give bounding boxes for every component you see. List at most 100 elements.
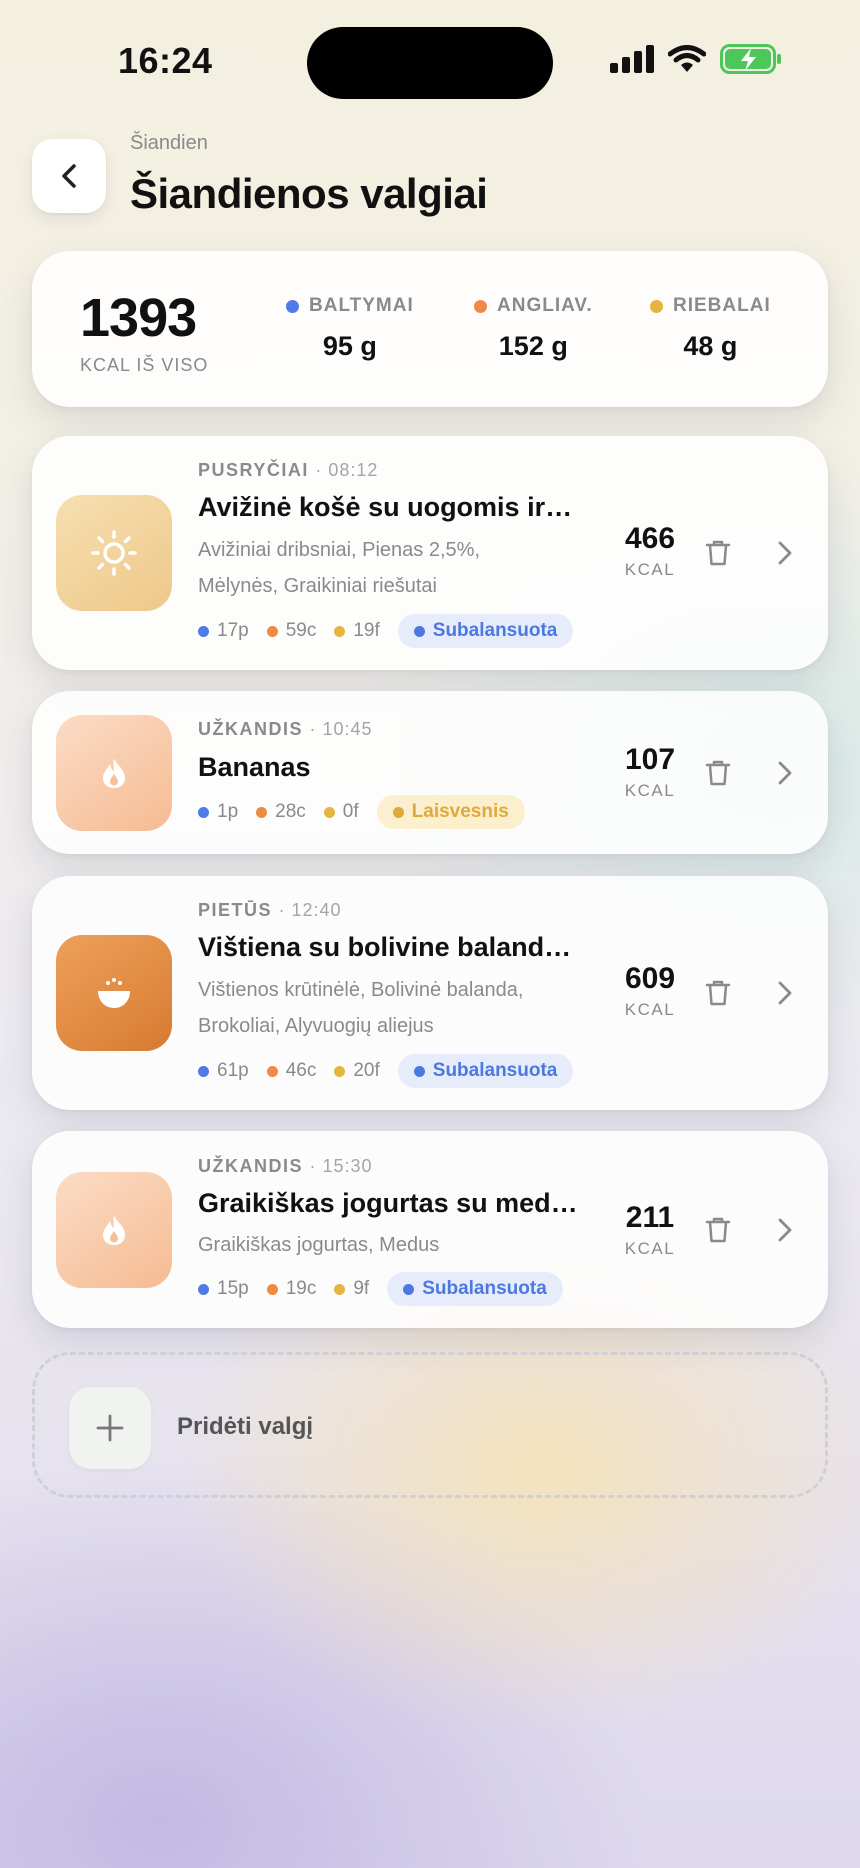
page-title: Šiandienos valgiai <box>130 170 488 217</box>
meal-kcal: 609 KCAL <box>600 962 700 1020</box>
protein-dot <box>198 1065 209 1077</box>
meal-type: UŽKANDIS <box>198 719 303 739</box>
carbs-dot <box>474 299 487 313</box>
status-badge: Subalansuota <box>397 614 574 648</box>
carbs-dot <box>266 1065 278 1077</box>
meal-fat: 0f <box>342 801 359 822</box>
flame-icon <box>103 758 125 788</box>
trash-icon <box>705 980 731 1006</box>
meal-kcal: 466 KCAL <box>600 522 700 580</box>
meal-ingredients: Graikiškas jogurtas, Medus <box>198 1234 440 1256</box>
meal-meta: UŽKANDIS · 15:30 <box>198 1156 373 1177</box>
badge-label: Subalansuota <box>422 1278 547 1299</box>
badge-dot <box>413 625 425 637</box>
wifi-icon <box>668 45 706 72</box>
meal-thumbnail <box>56 935 172 1051</box>
open-meal-button[interactable] <box>770 1212 800 1248</box>
meal-card-lunch[interactable]: PIETŪS · 12:40 Vištiena su bolivine bala… <box>32 876 828 1110</box>
meal-protein: 1p <box>217 801 239 822</box>
total-kcal-value: 1393 <box>80 288 197 348</box>
protein-dot <box>286 299 299 313</box>
meal-card-breakfast[interactable]: PUSRYČIAI · 08:12 Avižinė košė su uogomi… <box>32 436 828 670</box>
macro-label: BALTYMAI <box>309 295 414 316</box>
fat-dot <box>334 1065 346 1077</box>
delete-meal-button[interactable] <box>700 1212 736 1248</box>
add-meal-button[interactable]: Pridėti valgį <box>32 1352 828 1498</box>
meal-name: Graikiškas jogurtas su med… <box>198 1188 578 1218</box>
daily-summary-card: 1393 KCAL IŠ VISO BALTYMAI 95 g ANGLIAV.… <box>32 251 828 407</box>
meal-carbs: 28c <box>275 801 306 822</box>
meal-card-snack-1[interactable]: UŽKANDIS · 10:45 Bananas 1p 28c 0f Laisv… <box>32 691 828 854</box>
back-button[interactable] <box>32 139 106 213</box>
meal-type: PIETŪS <box>198 900 273 920</box>
bowl-icon <box>98 978 130 1008</box>
battery-charging-icon <box>720 44 781 74</box>
status-badge: Subalansuota <box>397 1054 574 1088</box>
badge-dot <box>413 1065 425 1077</box>
chevron-right-icon <box>778 1218 792 1242</box>
chevron-left-icon <box>62 164 76 188</box>
meal-carbs: 46c <box>285 1060 317 1081</box>
open-meal-button[interactable] <box>770 535 800 571</box>
carbs-dot <box>256 806 268 818</box>
badge-label: Laisvesnis <box>411 801 509 822</box>
plus-icon <box>96 1414 124 1442</box>
add-meal-plus[interactable] <box>69 1387 151 1469</box>
status-time: 16:24 <box>118 40 213 81</box>
meal-thumbnail <box>56 1172 172 1288</box>
delete-meal-button[interactable] <box>700 535 736 571</box>
chevron-right-icon <box>778 541 792 565</box>
meal-name: Bananas <box>198 752 311 782</box>
status-bar: 16:24 <box>0 0 860 120</box>
meal-meta: UŽKANDIS · 10:45 <box>198 719 373 740</box>
sun-icon <box>91 530 137 576</box>
meal-type: PUSRYČIAI <box>198 460 309 480</box>
meal-fat: 19f <box>353 620 380 641</box>
macro-fat: RIEBALAI 48 g <box>650 295 771 362</box>
badge-label: Subalansuota <box>432 620 558 641</box>
badge-label: Subalansuota <box>432 1060 558 1081</box>
meal-kcal-value: 211 <box>625 1201 675 1234</box>
meal-carbs: 19c <box>285 1278 317 1299</box>
meal-name: Avižinė košė su uogomis ir… <box>198 492 573 522</box>
meal-meta: PUSRYČIAI · 08:12 <box>198 460 378 481</box>
meal-macros: 17p 59c 19f Subalansuota <box>198 614 574 648</box>
trash-icon <box>705 540 731 566</box>
trash-icon <box>705 760 731 786</box>
protein-dot <box>198 1283 209 1295</box>
fat-dot <box>323 806 335 818</box>
carbs-dot <box>266 625 278 637</box>
delete-meal-button[interactable] <box>700 755 736 791</box>
total-kcal-label: KCAL IŠ VISO <box>80 355 209 375</box>
open-meal-button[interactable] <box>770 975 800 1011</box>
meal-card-snack-2[interactable]: UŽKANDIS · 15:30 Graikiškas jogurtas su … <box>32 1131 828 1328</box>
trash-icon <box>705 1217 731 1243</box>
meal-kcal-label: KCAL <box>624 781 676 800</box>
delete-meal-button[interactable] <box>700 975 736 1011</box>
macro-label: RIEBALAI <box>673 295 771 316</box>
meal-type: UŽKANDIS <box>198 1156 303 1176</box>
meal-protein: 61p <box>217 1060 249 1081</box>
meal-kcal-label: KCAL <box>624 1000 676 1019</box>
meal-thumbnail <box>56 715 172 831</box>
meal-time: · 08:12 <box>315 460 379 480</box>
meal-thumbnail <box>56 495 172 611</box>
meal-kcal: 107 KCAL <box>600 743 700 801</box>
meal-meta: PIETŪS · 12:40 <box>198 900 342 921</box>
macro-label: ANGLIAV. <box>497 295 593 316</box>
status-icons <box>610 44 782 74</box>
dynamic-island <box>307 27 553 99</box>
open-meal-button[interactable] <box>770 755 800 791</box>
meal-kcal-label: KCAL <box>624 1239 676 1258</box>
meal-kcal-value: 466 <box>624 522 676 555</box>
protein-dot <box>198 806 209 818</box>
meal-fat: 9f <box>353 1278 370 1299</box>
page-subtitle: Šiandien <box>130 132 208 154</box>
meal-macros: 61p 46c 20f Subalansuota <box>198 1054 574 1088</box>
meal-kcal: 211 KCAL <box>600 1201 700 1259</box>
meal-kcal-value: 107 <box>624 743 676 776</box>
chevron-right-icon <box>778 981 792 1005</box>
status-badge: Laisvesnis <box>376 795 525 829</box>
meal-ingredients: Avižiniai dribsniai, Pienas 2,5%, Mėlynė… <box>198 539 481 597</box>
meal-protein: 17p <box>217 620 249 641</box>
